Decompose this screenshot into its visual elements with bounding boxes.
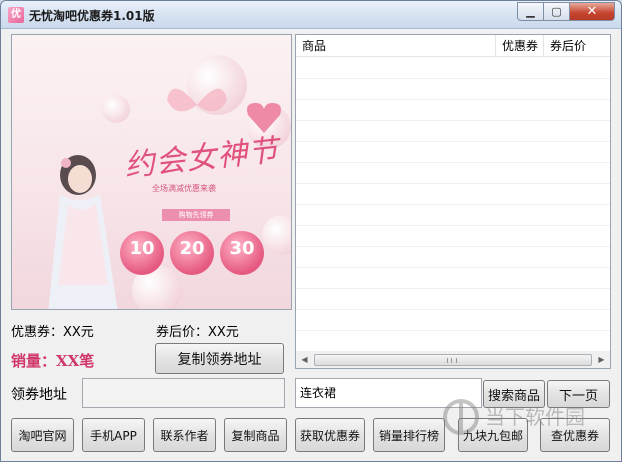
- poster-headline: 约会女神节: [122, 132, 281, 184]
- decor-bubble: [102, 95, 130, 123]
- decor-bubble: [262, 215, 291, 255]
- list-grid-line: [296, 246, 610, 247]
- list-grid-line: [296, 204, 610, 205]
- minimize-button[interactable]: ▁: [517, 2, 544, 21]
- poster-coupon: 30: [220, 231, 264, 275]
- list-grid-line: [296, 99, 610, 100]
- scroll-thumb[interactable]: [314, 354, 592, 366]
- taoba-website-button[interactable]: 淘吧官网: [11, 418, 74, 452]
- poster-coupon: 20: [170, 231, 214, 275]
- main-window: 优 无忧淘吧优惠券1.01版 ▁ ▢ ✕ 约会女神节 全场满减优惠来袭 购物先领…: [0, 0, 622, 462]
- search-input[interactable]: 连衣裙: [295, 378, 482, 408]
- close-button[interactable]: ✕: [570, 2, 615, 21]
- list-grid-line: [296, 162, 610, 163]
- list-grid-line: [296, 309, 610, 310]
- app-icon: 优: [8, 7, 24, 23]
- list-grid-line: [296, 225, 610, 226]
- list-header: 商品 优惠券 券后价: [296, 35, 610, 57]
- butterfly-decoration: [167, 88, 227, 112]
- column-header-coupon[interactable]: 优惠券: [496, 35, 544, 57]
- sales-ranking-button[interactable]: 销量排行榜: [373, 418, 445, 452]
- title-bar[interactable]: 优 无忧淘吧优惠券1.01版 ▁ ▢ ✕: [1, 1, 621, 29]
- poster-tag: 购物先领券: [162, 209, 230, 221]
- scroll-left-arrow-icon[interactable]: ◀: [296, 352, 313, 368]
- promo-poster-image: 约会女神节 全场满减优惠来袭 购物先领券 10 20 30: [11, 34, 292, 310]
- copy-product-button[interactable]: 复制商品: [224, 418, 287, 452]
- after-coupon-price-label: 券后价：XX元: [156, 325, 239, 340]
- list-grid-line: [296, 288, 610, 289]
- sales-count-label: 销量：XX笔: [11, 352, 95, 370]
- maximize-button[interactable]: ▢: [544, 2, 570, 21]
- poster-coupon: 10: [120, 231, 164, 275]
- list-grid-line: [296, 351, 610, 352]
- mobile-app-button[interactable]: 手机APP: [82, 418, 145, 452]
- nine-yuan-free-shipping-button[interactable]: 九块九包邮: [458, 418, 528, 452]
- get-coupon-button[interactable]: 获取优惠券: [295, 418, 365, 452]
- next-page-button[interactable]: 下一页: [547, 380, 610, 408]
- copy-coupon-url-button[interactable]: 复制领券地址: [155, 343, 284, 374]
- coupon-url-field[interactable]: [82, 378, 285, 408]
- poster-subtitle: 全场满减优惠来袭: [152, 184, 216, 193]
- window-title: 无忧淘吧优惠券1.01版: [29, 9, 155, 23]
- coupon-amount-label: 优惠券：XX元: [11, 325, 94, 340]
- list-grid-line: [296, 120, 610, 121]
- list-grid-line: [296, 78, 610, 79]
- product-list[interactable]: 商品 优惠券 券后价 ◀ ▶: [295, 34, 611, 369]
- search-products-button[interactable]: 搜索商品: [483, 380, 545, 408]
- column-header-after-price[interactable]: 券后价: [544, 35, 610, 57]
- horizontal-scrollbar[interactable]: ◀ ▶: [296, 351, 610, 368]
- contact-author-button[interactable]: 联系作者: [153, 418, 216, 452]
- list-grid-line: [296, 183, 610, 184]
- woman-illustration: [48, 155, 118, 309]
- list-grid-line: [296, 330, 610, 331]
- coupon-url-label: 领券地址: [11, 387, 67, 403]
- query-coupon-button[interactable]: 查优惠券: [540, 418, 610, 452]
- list-grid-line: [296, 141, 610, 142]
- list-grid-line: [296, 267, 610, 268]
- column-header-product[interactable]: 商品: [296, 35, 496, 57]
- scroll-right-arrow-icon[interactable]: ▶: [593, 352, 610, 368]
